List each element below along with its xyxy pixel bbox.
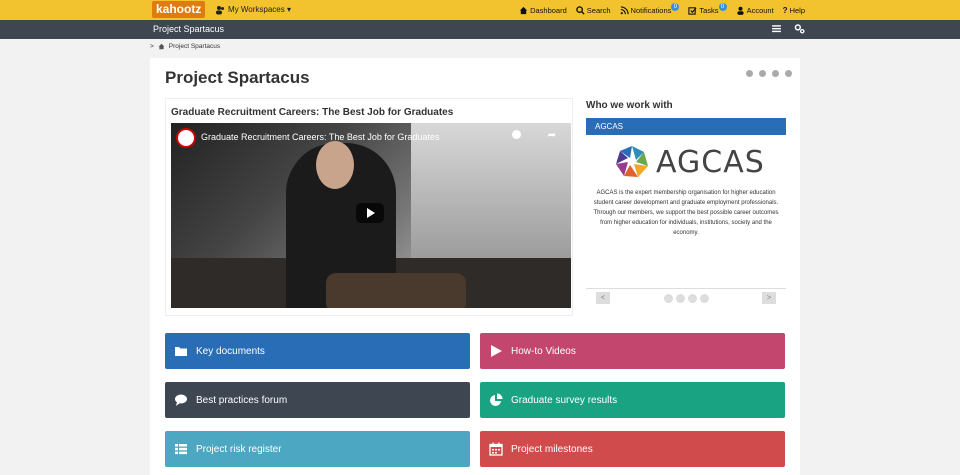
comment-icon bbox=[175, 394, 187, 406]
account-link[interactable]: Account bbox=[736, 6, 774, 15]
menu-icon[interactable] bbox=[771, 23, 782, 34]
project-risk-register-tile[interactable]: Project risk register bbox=[165, 431, 470, 467]
rss-icon[interactable] bbox=[746, 70, 753, 77]
help-link[interactable]: ? Help bbox=[783, 6, 805, 15]
project-bar: Project Spartacus bbox=[0, 20, 960, 39]
carousel-dots bbox=[664, 294, 709, 303]
search-icon bbox=[575, 5, 585, 15]
list-icon bbox=[175, 444, 187, 455]
help-label: Help bbox=[789, 5, 805, 15]
breadcrumb-arrow[interactable]: > bbox=[150, 43, 154, 50]
watch-later-icon[interactable] bbox=[512, 130, 521, 139]
play-icon bbox=[491, 345, 502, 357]
kahootz-logo[interactable]: kahootz bbox=[152, 1, 206, 18]
carousel-dot[interactable] bbox=[676, 294, 685, 303]
agcas-emblem-icon bbox=[616, 146, 648, 177]
video-panel: Graduate Recruitment Careers: The Best J… bbox=[165, 98, 573, 316]
project-milestones-label: Project milestones bbox=[511, 443, 593, 455]
pie-chart-icon bbox=[490, 393, 503, 406]
key-documents-label: Key documents bbox=[196, 345, 265, 357]
project-bar-icons bbox=[771, 23, 805, 34]
agcas-tab[interactable]: AGCAS bbox=[586, 118, 786, 135]
how-to-videos-label: How-to Videos bbox=[511, 345, 576, 357]
breadcrumb: > Project Spartacus bbox=[150, 43, 220, 50]
top-bar: kahootz My Workspaces ▾ Dashboard Search… bbox=[0, 0, 960, 20]
video-background bbox=[411, 123, 571, 263]
carousel-dot[interactable] bbox=[688, 294, 697, 303]
search-label: Search bbox=[586, 5, 611, 15]
carousel-controls: < > bbox=[586, 290, 786, 306]
home-icon[interactable] bbox=[158, 43, 165, 50]
video-player[interactable]: Graduate Recruitment Careers: The Best J… bbox=[171, 123, 571, 308]
folder-icon bbox=[175, 347, 187, 356]
play-button[interactable] bbox=[356, 203, 384, 223]
notifications-link[interactable]: Notifications 0 bbox=[620, 3, 680, 15]
carousel-dot[interactable] bbox=[664, 294, 673, 303]
agcas-description: AGCAS is the expert membership organisat… bbox=[593, 190, 779, 236]
gear-icon[interactable] bbox=[772, 70, 779, 77]
home-icon bbox=[519, 6, 528, 14]
notifications-count-badge: 0 bbox=[671, 3, 680, 11]
card-actions bbox=[746, 70, 792, 77]
add-icon[interactable] bbox=[759, 70, 766, 77]
dashboard-link[interactable]: Dashboard bbox=[519, 6, 567, 15]
question-icon: ? bbox=[782, 5, 788, 15]
video-barrel bbox=[326, 273, 466, 308]
graduate-survey-results-tile[interactable]: Graduate survey results bbox=[480, 382, 785, 418]
channel-logo-icon[interactable] bbox=[176, 128, 196, 148]
checkbox-icon bbox=[688, 6, 697, 15]
my-workspaces-label: My Workspaces ▾ bbox=[228, 5, 291, 14]
calendar-icon bbox=[489, 442, 503, 456]
graduate-survey-results-label: Graduate survey results bbox=[511, 394, 618, 406]
page-title: Project Spartacus bbox=[165, 68, 310, 87]
agcas-logo: AGCAS bbox=[614, 144, 765, 180]
video-heading: Graduate Recruitment Careers: The Best J… bbox=[171, 107, 454, 118]
rss-icon bbox=[620, 5, 629, 14]
project-risk-register-label: Project risk register bbox=[196, 443, 282, 455]
who-we-work-with-panel: Who we work with AGCAS AGCAS AGCAS is th… bbox=[586, 100, 786, 310]
best-practices-forum-tile[interactable]: Best practices forum bbox=[165, 382, 470, 418]
top-nav: Dashboard Search Notifications 0 Tasks 0… bbox=[519, 0, 805, 20]
tasks-label: Tasks bbox=[699, 5, 719, 15]
users-icon bbox=[216, 6, 224, 15]
tasks-link[interactable]: Tasks 0 bbox=[688, 3, 727, 15]
key-documents-tile[interactable]: Key documents bbox=[165, 333, 470, 369]
video-person-head bbox=[316, 141, 354, 189]
carousel-prev-button[interactable]: < bbox=[596, 292, 610, 304]
dashboard-label: Dashboard bbox=[530, 5, 567, 15]
tasks-count-badge: 0 bbox=[718, 3, 727, 11]
best-practices-forum-label: Best practices forum bbox=[196, 394, 288, 406]
how-to-videos-tile[interactable]: How-to Videos bbox=[480, 333, 785, 369]
account-label: Account bbox=[746, 5, 774, 15]
breadcrumb-current[interactable]: Project Spartacus bbox=[169, 43, 220, 50]
carousel-next-button[interactable]: > bbox=[762, 292, 776, 304]
my-workspaces-menu[interactable]: My Workspaces ▾ bbox=[215, 0, 291, 20]
who-title: Who we work with bbox=[586, 100, 673, 111]
carousel-dot[interactable] bbox=[700, 294, 709, 303]
project-milestones-tile[interactable]: Project milestones bbox=[480, 431, 785, 467]
project-bar-title[interactable]: Project Spartacus bbox=[153, 20, 224, 39]
notifications-label: Notifications bbox=[630, 5, 672, 15]
more-icon[interactable] bbox=[785, 70, 792, 77]
settings-icon[interactable] bbox=[794, 23, 805, 34]
video-overlay-title[interactable]: Graduate Recruitment Careers: The Best J… bbox=[201, 132, 439, 142]
search-link[interactable]: Search bbox=[575, 5, 611, 15]
share-icon[interactable]: ➦ bbox=[548, 130, 556, 141]
agcas-wordmark: AGCAS bbox=[656, 144, 765, 180]
who-divider bbox=[586, 288, 786, 289]
user-icon bbox=[736, 6, 744, 15]
